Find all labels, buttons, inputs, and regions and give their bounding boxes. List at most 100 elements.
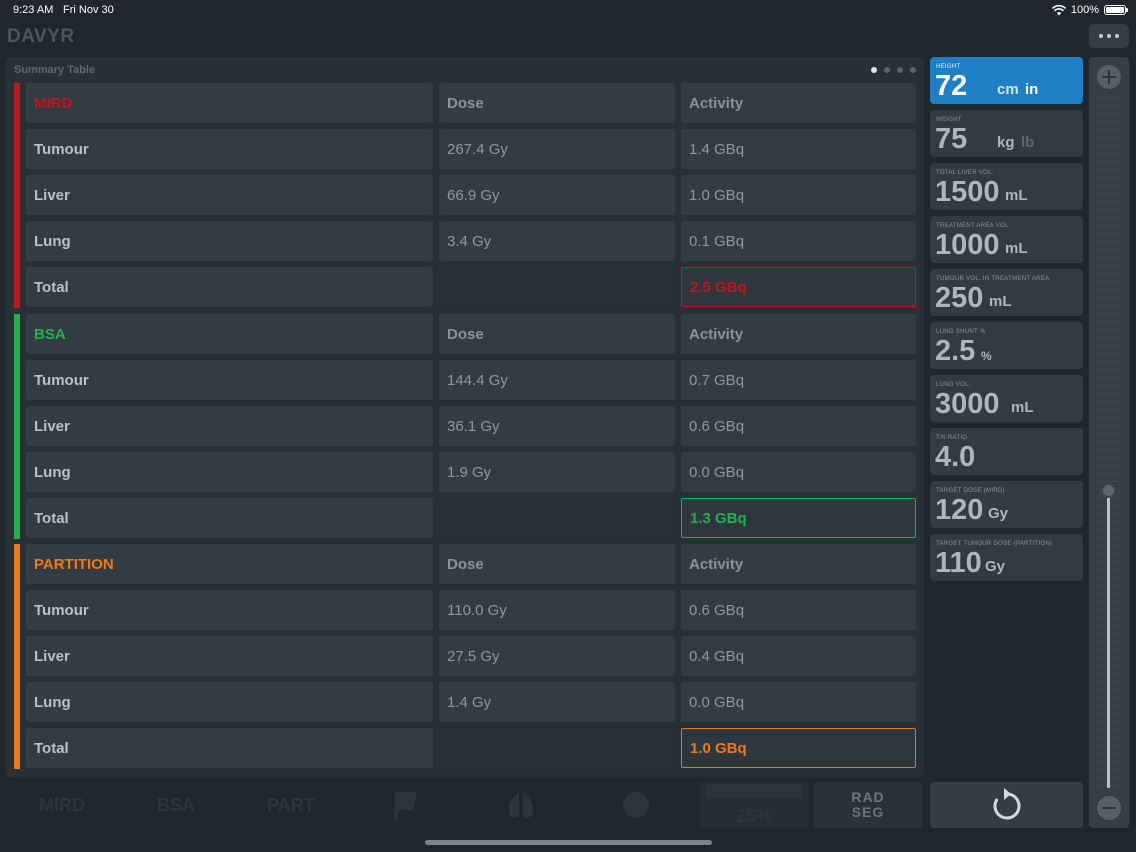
param-lung-vol[interactable]: LUNG VOL. 3000 mL xyxy=(930,375,1083,422)
total-label: Total xyxy=(26,267,433,307)
param-value: 75 xyxy=(935,123,968,155)
param-target-dose-mird[interactable]: TARGET DOSE (MIRD) 120 Gy xyxy=(930,481,1083,528)
dose-value: 27.5 Gy xyxy=(439,636,675,676)
dose-value: 144.4 Gy xyxy=(439,360,675,400)
rad-seg-line2: SEG xyxy=(851,804,885,820)
param-unit: % xyxy=(981,349,992,363)
battery-icon xyxy=(1104,5,1128,15)
param-value: 120 xyxy=(935,494,984,526)
param-tumour-vol[interactable]: TUMOUR VOL. IN TREATMENT AREA 250 mL xyxy=(930,269,1083,316)
row-label: Liver xyxy=(26,175,433,215)
activity-value: 0.4 GBq xyxy=(681,636,916,676)
param-unit: Gy xyxy=(985,558,1006,575)
value-slider[interactable] xyxy=(1089,57,1129,828)
row-label: Lung xyxy=(26,682,433,722)
unit-cm-toggle[interactable]: cm xyxy=(997,81,1019,98)
liver-button[interactable] xyxy=(582,782,690,828)
activity-value: 0.0 GBq xyxy=(681,682,916,722)
lungs-icon xyxy=(508,792,534,818)
page-dot-2[interactable] xyxy=(884,67,890,73)
dot-icon xyxy=(1115,34,1119,38)
shunt-value: 25% xyxy=(735,806,773,826)
page-dot-4[interactable] xyxy=(910,67,916,73)
decrement-button[interactable] xyxy=(1097,796,1121,820)
flag-button[interactable] xyxy=(352,782,460,828)
empty-cell xyxy=(439,728,675,768)
part-tab-button[interactable]: PART xyxy=(237,782,345,828)
activity-value: 0.0 GBq xyxy=(681,452,916,492)
row-label: Liver xyxy=(26,636,433,676)
param-value: 2.5 xyxy=(935,335,976,367)
status-date: Fri Nov 30 xyxy=(63,4,114,16)
status-time: 9:23 AM xyxy=(13,4,54,16)
param-treatment-area-vol[interactable]: TREATMENT AREA VOL. 1000 mL xyxy=(930,216,1083,263)
section-name: PARTITION xyxy=(26,544,433,584)
param-value: 250 xyxy=(935,282,984,314)
activity-value: 0.1 GBq xyxy=(681,221,916,261)
empty-cell xyxy=(439,498,675,538)
mird-tab-button[interactable]: MIRD xyxy=(8,782,116,828)
panel-title: Summary Table xyxy=(14,64,96,76)
activity-value: 0.6 GBq xyxy=(681,590,916,630)
increment-button[interactable] xyxy=(1097,65,1121,89)
unit-kg-toggle[interactable]: kg xyxy=(997,134,1015,151)
param-value: 4.0 xyxy=(935,441,976,473)
unit-lb-toggle[interactable]: lb xyxy=(1021,134,1034,151)
row-label: Tumour xyxy=(26,129,433,169)
wifi-icon xyxy=(1051,4,1066,15)
dose-value: 1.9 Gy xyxy=(439,452,675,492)
dose-header: Dose xyxy=(439,83,675,123)
activity-header: Activity xyxy=(681,544,916,584)
row-label: Tumour xyxy=(26,360,433,400)
section-color-bar xyxy=(14,83,20,308)
flag-icon xyxy=(394,792,417,820)
param-target-tumour-dose[interactable]: TARGET TUMOUR DOSE (PARTITION) 110 Gy xyxy=(930,534,1083,581)
shunt-button[interactable]: 25% xyxy=(700,782,808,828)
param-value: 1000 xyxy=(935,229,1000,261)
param-unit: mL xyxy=(1011,399,1034,416)
page-indicator[interactable] xyxy=(871,67,916,73)
total-activity: 1.0 GBq xyxy=(681,728,916,768)
param-value: 72 xyxy=(935,70,968,102)
param-unit: mL xyxy=(1005,187,1028,204)
rad-seg-button[interactable]: RAD SEG xyxy=(814,782,922,828)
reset-button[interactable] xyxy=(930,782,1083,828)
row-label: Liver xyxy=(26,406,433,446)
activity-value: 1.4 GBq xyxy=(681,129,916,169)
shunt-label-placeholder xyxy=(706,784,802,798)
dose-value: 110.0 Gy xyxy=(439,590,675,630)
param-value: 110 xyxy=(935,547,982,579)
unit-in-toggle[interactable]: in xyxy=(1025,81,1038,98)
bsa-tab-button[interactable]: BSA xyxy=(122,782,230,828)
lungs-button[interactable] xyxy=(467,782,575,828)
param-unit: Gy xyxy=(988,505,1009,522)
param-lung-shunt[interactable]: LUNG SHUNT % 2.5 % xyxy=(930,322,1083,369)
total-label: Total xyxy=(26,728,433,768)
page-dot-1[interactable] xyxy=(871,67,877,73)
section-color-bar xyxy=(14,544,20,769)
dose-value: 3.4 Gy xyxy=(439,221,675,261)
row-label: Tumour xyxy=(26,590,433,630)
slider-thumb[interactable] xyxy=(1101,483,1116,498)
section-color-bar xyxy=(14,314,20,539)
section-name: MIRD xyxy=(26,83,433,123)
activity-header: Activity xyxy=(681,83,916,123)
dose-value: 36.1 Gy xyxy=(439,406,675,446)
minus-icon xyxy=(1102,807,1116,809)
param-tn-ratio[interactable]: T:N RATIO 4.0 xyxy=(930,428,1083,475)
param-weight[interactable]: WEIGHT 75 kg lb xyxy=(930,110,1083,157)
liver-icon xyxy=(623,792,649,818)
empty-cell xyxy=(439,267,675,307)
status-bar: 9:23 AM Fri Nov 30 100% xyxy=(0,0,1136,22)
more-options-button[interactable] xyxy=(1089,24,1129,48)
home-indicator[interactable] xyxy=(425,840,712,845)
battery-percent: 100% xyxy=(1070,4,1099,16)
bottom-toolbar: MIRD BSA PART 25% RAD SEG xyxy=(8,782,924,828)
param-total-liver-vol[interactable]: TOTAL LIVER VOL. 1500 mL xyxy=(930,163,1083,210)
dose-header: Dose xyxy=(439,314,675,354)
rad-seg-line1: RAD xyxy=(851,789,885,805)
refresh-icon xyxy=(993,788,1020,820)
param-value: 1500 xyxy=(935,176,1000,208)
page-dot-3[interactable] xyxy=(897,67,903,73)
param-height[interactable]: HEIGHT 72 cm in xyxy=(930,57,1083,104)
